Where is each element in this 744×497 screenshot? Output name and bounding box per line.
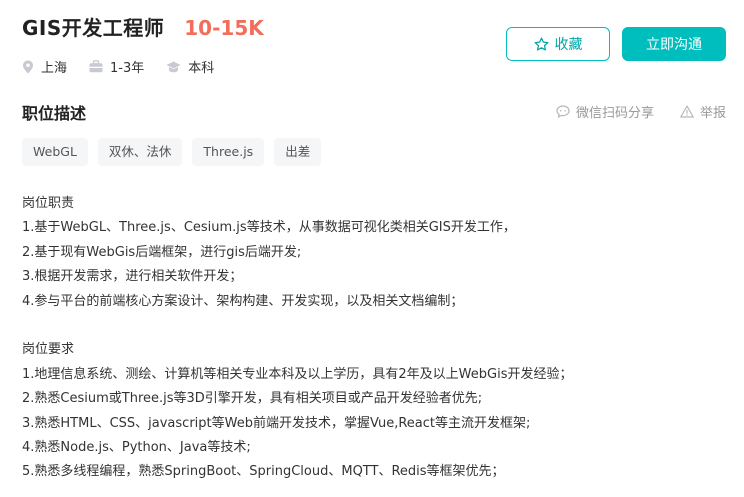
meta-location: 上海 (22, 57, 67, 76)
job-description: 岗位职责 1.基于WebGL、Three.js、Cesium.js等技术，从事数… (22, 192, 572, 485)
meta-experience: 1-3年 (89, 57, 144, 76)
requirement-line: 5.熟悉多线程编程，熟悉SpringBoot、SpringCloud、MQTT、… (22, 464, 505, 480)
duty-line: 2.基于现有WebGis后端框架，进行gis后端开发; (22, 244, 302, 260)
experience-text: 1-3年 (110, 61, 145, 76)
tag: WebGL (22, 138, 88, 166)
star-icon (534, 37, 548, 51)
chat-now-button[interactable]: 立即沟通 (622, 27, 726, 61)
section-title: 职位描述 (22, 104, 87, 123)
tag: Three.js (192, 138, 265, 166)
meta-education: 本科 (166, 57, 214, 76)
requirement-line: 1.地理信息系统、测绘、计算机等相关专业本科及以上学历，具有2年及以上WebGi… (22, 366, 573, 382)
report-action[interactable]: 举报 (680, 102, 726, 121)
location-pin-icon (23, 60, 33, 73)
chat-label: 立即沟通 (646, 37, 702, 53)
salary: 10-15K (184, 16, 264, 40)
share-label: 微信扫码分享 (575, 106, 654, 121)
education-text: 本科 (188, 61, 215, 76)
graduation-cap-icon (166, 61, 181, 72)
requirements-title: 岗位要求 (22, 342, 75, 358)
tag: 双休、法休 (97, 138, 183, 166)
location-text: 上海 (41, 61, 68, 76)
duty-line: 1.基于WebGL、Three.js、Cesium.js等技术，从事数据可视化类… (22, 220, 516, 236)
chat-bubble-icon (556, 105, 570, 118)
tag-list: WebGL 双休、法休 Three.js 出差 (22, 138, 331, 166)
report-label: 举报 (699, 106, 726, 121)
requirement-line: 4.熟悉Node.js、Python、Java等技术; (22, 440, 251, 456)
requirement-line: 2.熟悉Cesium或Three.js等3D引擎开发，具有相关项目或产品开发经验… (22, 391, 483, 407)
duties-title: 岗位职责 (22, 196, 75, 211)
job-header: GIS开发工程师 10-15K (22, 12, 264, 41)
collect-label: 收藏 (554, 37, 583, 53)
tag: 出差 (274, 138, 322, 166)
requirement-line: 3.熟悉HTML、CSS、javascript等Web前端开发技术，掌握Vue,… (22, 415, 531, 431)
job-title: GIS开发工程师 (22, 16, 165, 40)
duty-line: 4.参与平台的前端核心方案设计、架构构建、开发实现，以及相关文档编制； (22, 293, 464, 309)
share-action[interactable]: 微信扫码分享 (556, 102, 654, 121)
collect-button[interactable]: 收藏 (506, 27, 610, 61)
title-row: GIS开发工程师 10-15K (22, 12, 264, 41)
briefcase-icon (89, 60, 103, 73)
duty-line: 3.根据开发需求，进行相关软件开发； (22, 269, 243, 285)
section-actions: 微信扫码分享 举报 (530, 102, 726, 121)
job-meta: 上海 1-3年 本科 (22, 57, 236, 76)
warning-triangle-icon (680, 105, 694, 118)
